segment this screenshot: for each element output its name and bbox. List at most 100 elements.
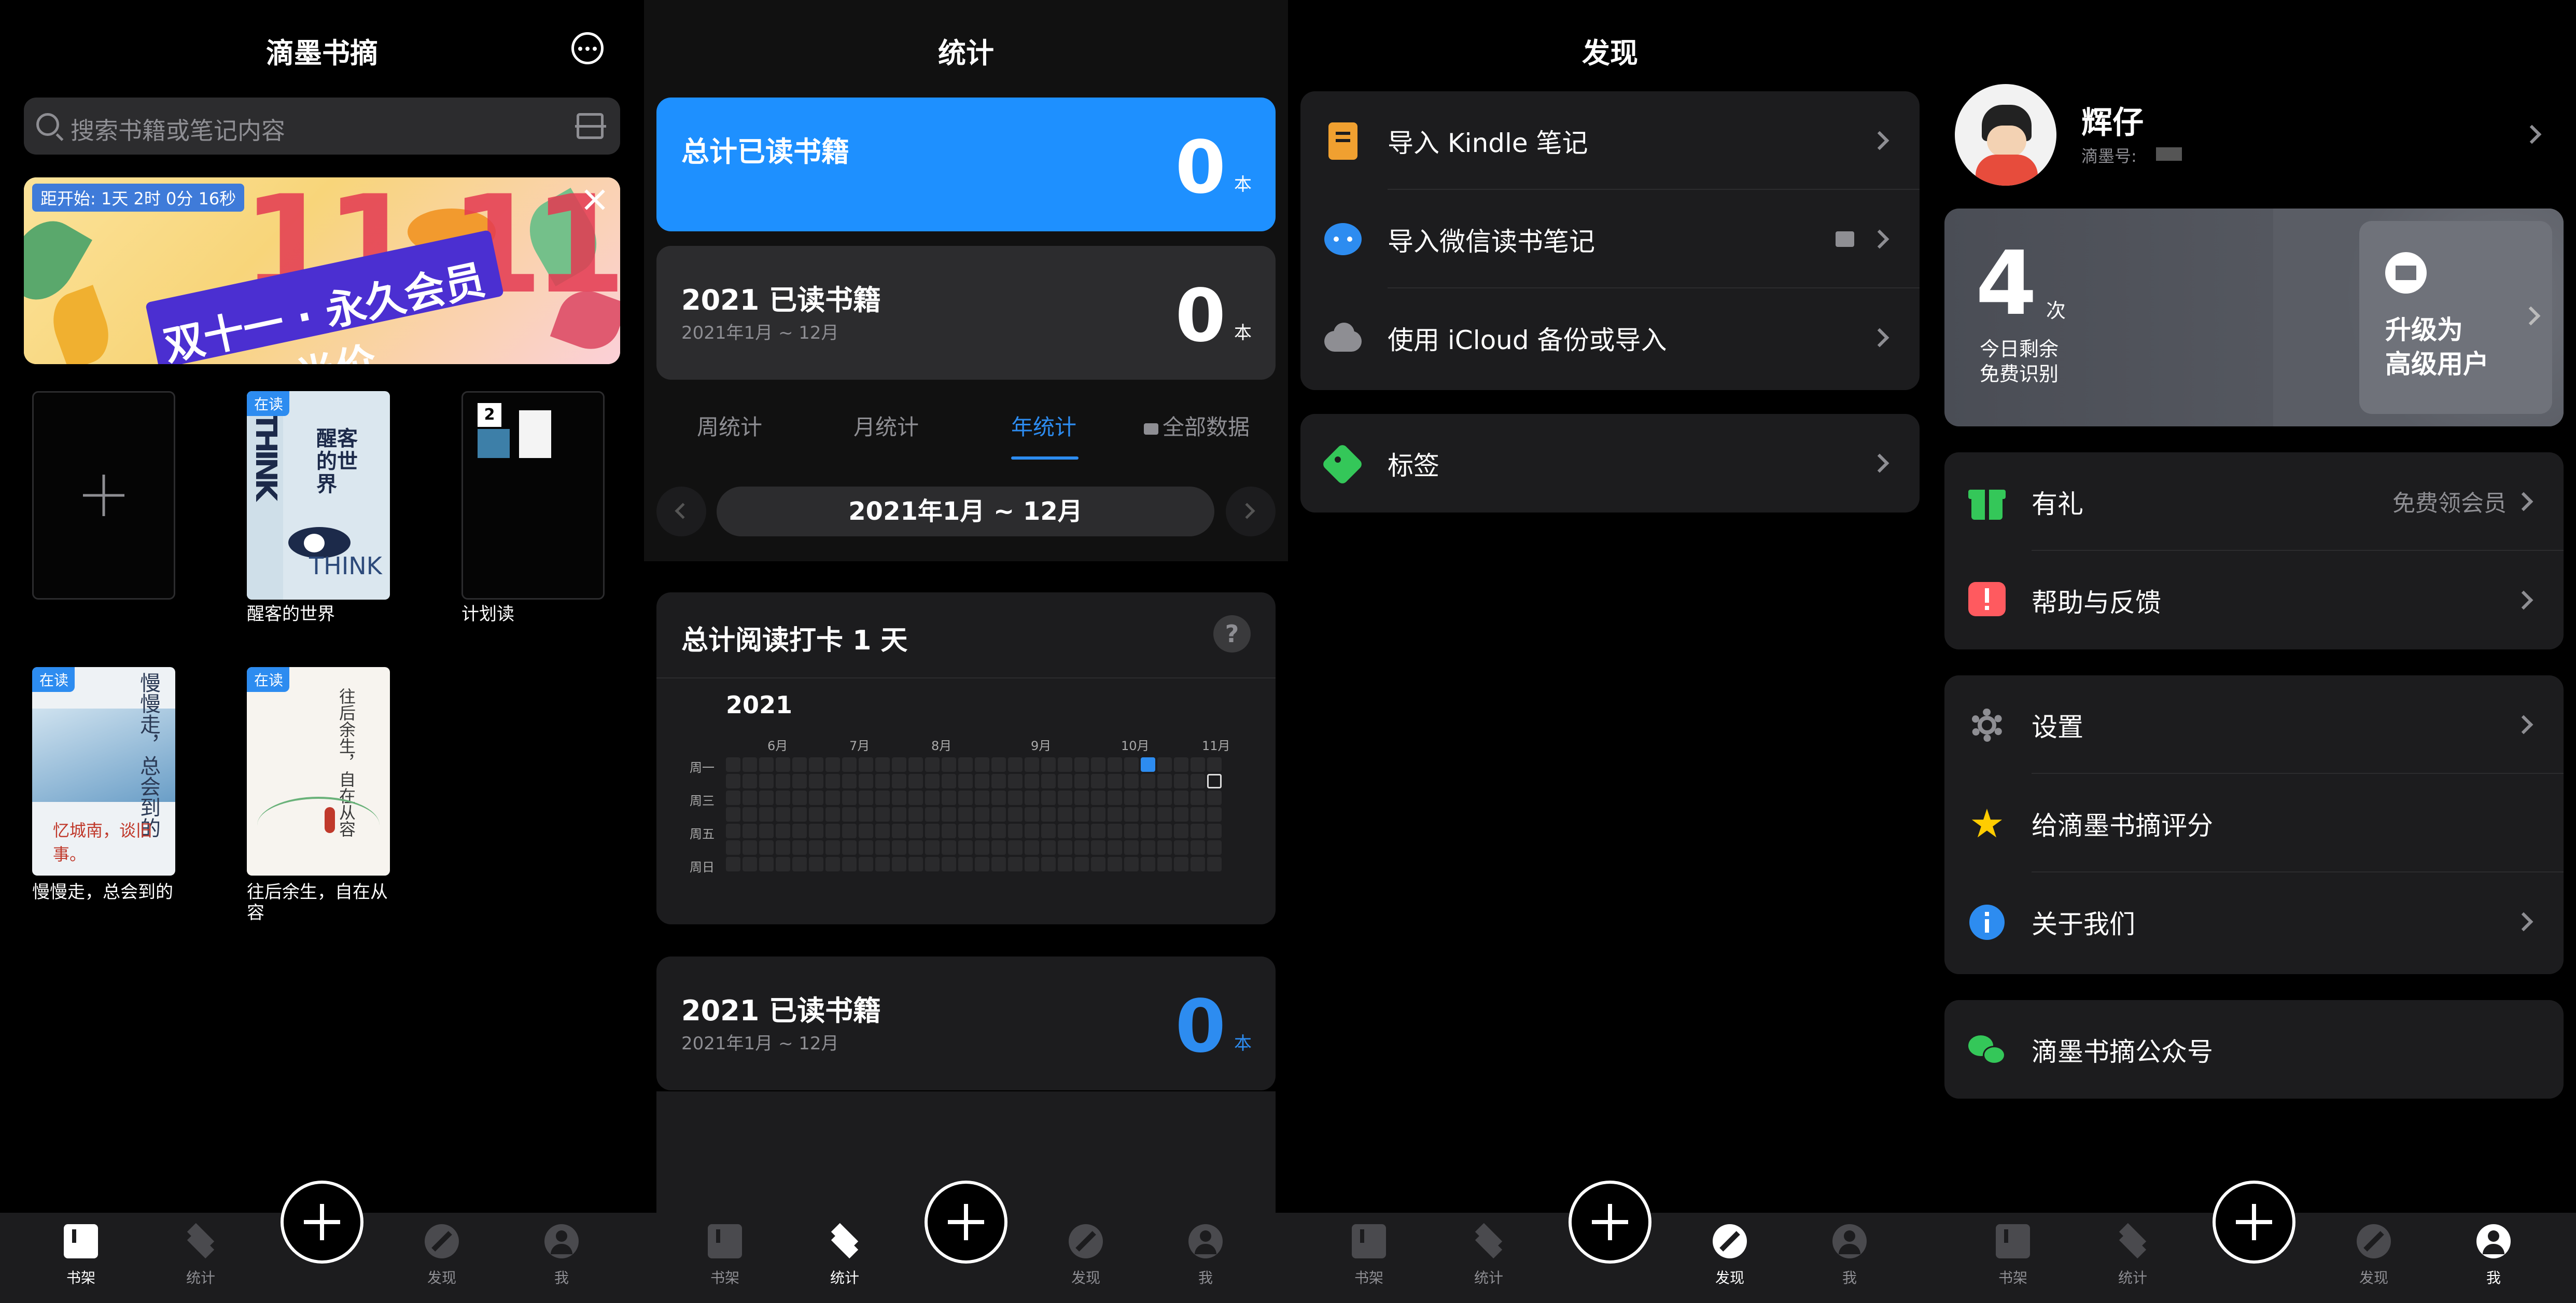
import-wechat-row[interactable]: 导入微信读书笔记 <box>1300 190 1920 288</box>
icloud-row[interactable]: 使用 iCloud 备份或导入 <box>1300 288 1920 387</box>
book-cover-manman[interactable]: 慢慢走，总会到的 忆城南，谈旧事。 在读 <box>32 667 175 876</box>
checkin-day <box>743 774 757 788</box>
checkin-day <box>842 774 857 788</box>
add-button[interactable] <box>2213 1181 2295 1264</box>
checkin-day <box>1124 857 1139 871</box>
checkin-day <box>1157 840 1172 855</box>
checkin-day <box>743 807 757 822</box>
tab-stats[interactable]: 统计 <box>167 1213 234 1303</box>
import-kindle-row[interactable]: 导入 Kindle 笔记 <box>1300 91 1920 190</box>
plan-to-read-folder[interactable]: 2 <box>461 391 605 600</box>
close-icon[interactable] <box>582 187 608 213</box>
checkin-day <box>1207 857 1222 871</box>
book-label[interactable]: 往后余生，自在从容 <box>247 882 402 923</box>
tab-weekly[interactable]: 周统计 <box>697 410 762 441</box>
checkin-day <box>1124 757 1139 772</box>
tab-all-data[interactable]: 全部数据 <box>1144 410 1250 441</box>
tab-bookshelf[interactable]: 书架 <box>691 1213 759 1303</box>
checkin-day <box>1074 840 1089 855</box>
checkin-day <box>842 824 857 838</box>
official-account-row[interactable]: 滴墨书摘公众号 <box>1944 1000 2564 1099</box>
prev-button[interactable] <box>656 487 706 536</box>
checkin-day <box>1207 840 1222 855</box>
checkin-day <box>958 824 973 838</box>
tab-bookshelf[interactable]: 书架 <box>1979 1213 2047 1303</box>
tab-discover[interactable]: 发现 <box>2340 1213 2407 1303</box>
checkin-day <box>1074 807 1089 822</box>
checkin-day <box>942 791 956 805</box>
search-input[interactable]: 搜索书籍或笔记内容 <box>24 98 620 155</box>
chevron-right-icon[interactable] <box>2522 124 2542 144</box>
book-label[interactable]: 慢慢走，总会到的 <box>32 882 188 903</box>
month-label: 11月 <box>1202 739 1230 753</box>
card-value: 0 <box>1175 274 1226 358</box>
add-button[interactable] <box>925 1181 1007 1264</box>
add-button[interactable] <box>1569 1181 1651 1264</box>
tab-me[interactable]: 我 <box>1816 1213 1883 1303</box>
tab-discover[interactable]: 发现 <box>1052 1213 1119 1303</box>
gift-row[interactable]: 有礼 免费领会员 <box>1944 452 2564 551</box>
checkin-day <box>1074 757 1089 772</box>
book-cover-xingke[interactable]: THINK 醒客的世界 THINK 在读 <box>247 391 390 600</box>
checkin-day <box>776 824 790 838</box>
checkin-day <box>991 757 1006 772</box>
checkin-day <box>776 807 790 822</box>
tab-me[interactable]: 我 <box>528 1213 595 1303</box>
book-icon <box>708 1224 742 1258</box>
row-label: 滴墨书摘公众号 <box>2032 1037 2213 1067</box>
tab-stats[interactable]: 统计 <box>2099 1213 2166 1303</box>
scan-icon[interactable] <box>575 113 606 139</box>
checkin-day <box>1108 840 1122 855</box>
add-button[interactable] <box>281 1181 363 1264</box>
lock-icon <box>1836 231 1854 247</box>
rate-row[interactable]: ★ 给滴墨书摘评分 <box>1944 774 2564 872</box>
tab-me[interactable]: 我 <box>2460 1213 2527 1303</box>
profile-icon <box>2476 1224 2511 1258</box>
book-label[interactable]: 计划读 <box>461 604 617 625</box>
settings-row[interactable]: 设置 <box>1944 675 2564 774</box>
book-icon <box>64 1224 98 1258</box>
compass-icon <box>1069 1224 1103 1258</box>
checkin-day <box>809 791 823 805</box>
tab-discover[interactable]: 发现 <box>408 1213 475 1303</box>
tab-stats[interactable]: 统计 <box>1455 1213 1522 1303</box>
checkin-day <box>726 774 740 788</box>
row-label: 帮助与反馈 <box>2032 588 2161 618</box>
chevron-right-icon <box>2514 715 2533 734</box>
tags-row[interactable]: 标签 <box>1300 414 1920 512</box>
tab-bookshelf[interactable]: 书架 <box>1335 1213 1403 1303</box>
upgrade-line2: 高级用户 <box>2385 349 2489 379</box>
next-button[interactable] <box>1226 487 1276 536</box>
chevron-right-icon <box>1870 229 1889 249</box>
checkin-day <box>1141 791 1155 805</box>
checkin-day <box>759 774 774 788</box>
checkin-day <box>1191 791 1205 805</box>
gear-icon <box>1968 706 2006 744</box>
upgrade-button[interactable]: 升级为 高级用户 <box>2359 221 2552 414</box>
gift-help-group: 有礼 免费领会员 帮助与反馈 <box>1944 452 2564 649</box>
promo-banner[interactable]: 11.11 双十一 · 永久会员半价 距开始: 1天 2时 0分 16秒 <box>24 177 620 364</box>
tab-yearly[interactable]: 年统计 <box>1011 410 1076 441</box>
checkin-day <box>859 857 873 871</box>
checkin-day <box>925 774 940 788</box>
checkin-day <box>1008 824 1023 838</box>
tab-me[interactable]: 我 <box>1172 1213 1239 1303</box>
checkin-day <box>726 857 740 871</box>
about-row[interactable]: 关于我们 <box>1944 872 2564 971</box>
book-label[interactable]: 醒客的世界 <box>247 604 402 625</box>
avatar[interactable] <box>1955 84 2056 186</box>
tab-monthly[interactable]: 月统计 <box>853 410 919 441</box>
more-icon[interactable] <box>571 32 604 64</box>
checkin-day <box>1108 807 1122 822</box>
tab-stats[interactable]: 统计 <box>811 1213 878 1303</box>
help-feedback-row[interactable]: 帮助与反馈 <box>1944 551 2564 649</box>
help-icon[interactable]: ? <box>1213 615 1251 653</box>
checkin-day <box>842 840 857 855</box>
tab-bookshelf[interactable]: 书架 <box>47 1213 115 1303</box>
date-range[interactable]: 2021年1月 ~ 12月 <box>717 487 1214 536</box>
add-book-button[interactable] <box>32 391 175 600</box>
weekday-label: 周五 <box>690 827 715 841</box>
checkin-day <box>759 807 774 822</box>
tab-discover[interactable]: 发现 <box>1696 1213 1763 1303</box>
book-cover-wanghou[interactable]: 往后余生，自在从容 在读 <box>247 667 390 876</box>
